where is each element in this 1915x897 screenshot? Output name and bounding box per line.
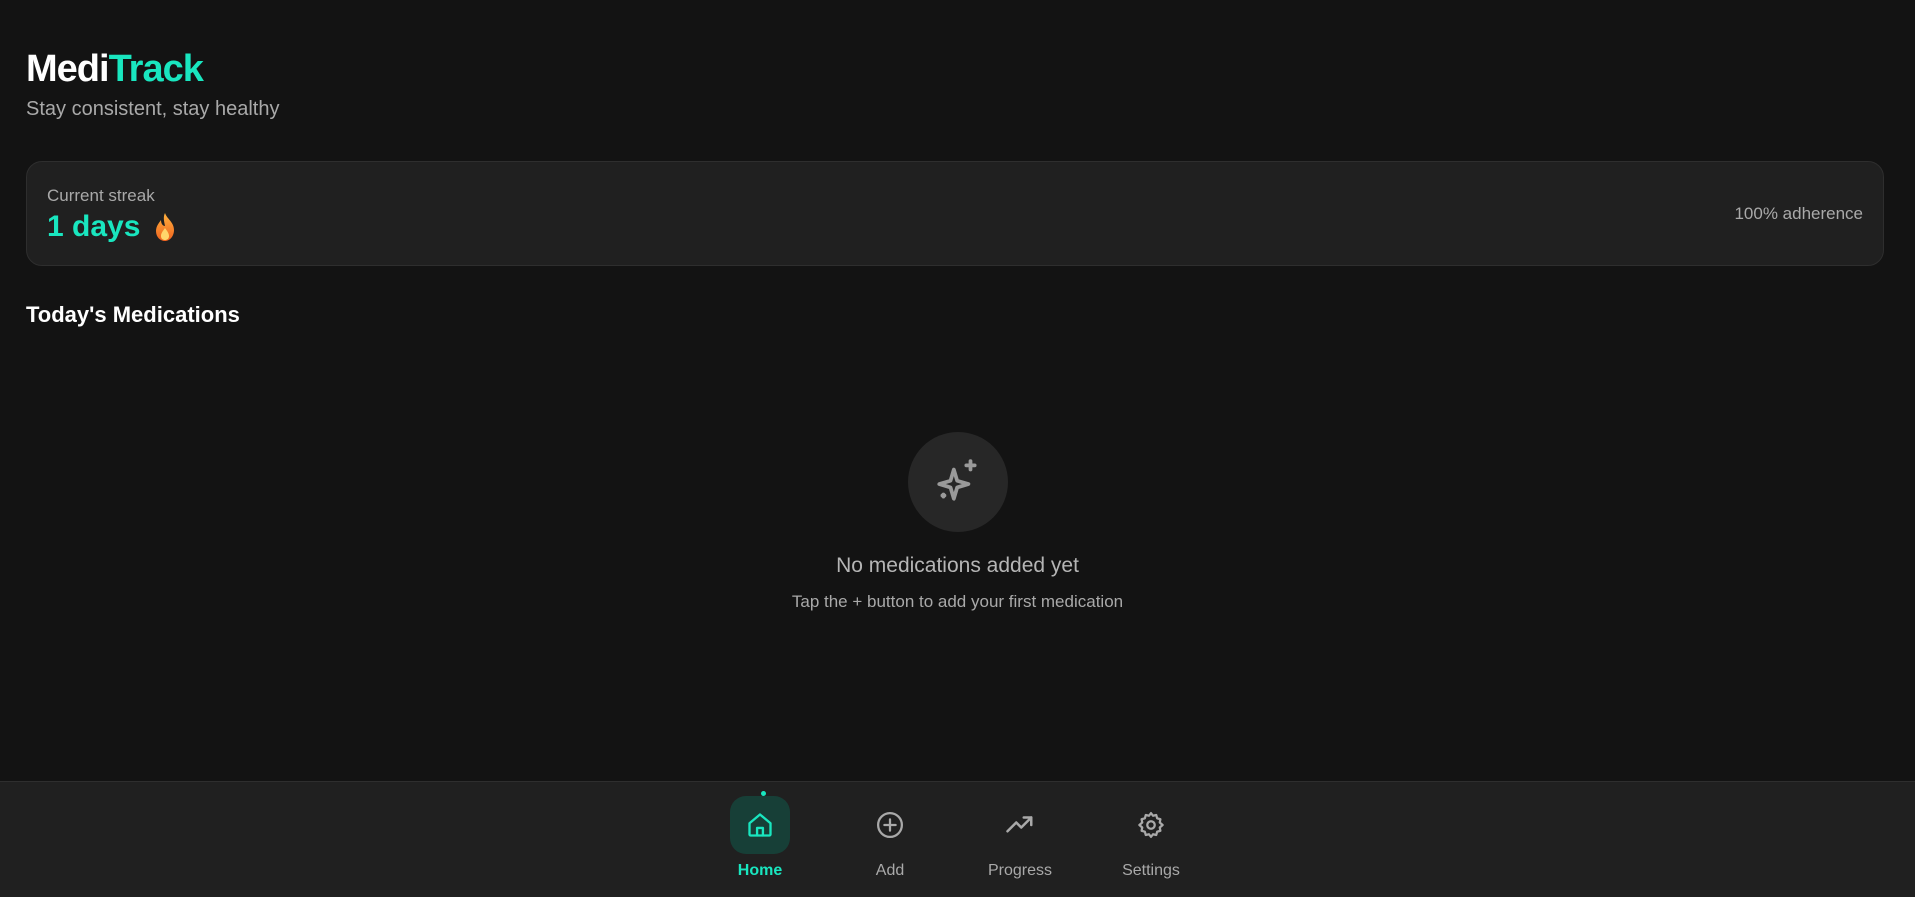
plus-circle-icon: [877, 812, 903, 838]
nav-icon-container: [860, 796, 920, 854]
bottom-nav: Home Add Progress Settings: [0, 781, 1915, 897]
streak-value: 1 days: [47, 210, 141, 243]
nav-label: Progress: [987, 862, 1053, 879]
nav-label: Add: [875, 862, 905, 879]
streak-label: Current streak: [47, 186, 155, 205]
empty-state: No medications added yet Tap the + butto…: [0, 432, 1915, 612]
nav-item-home[interactable]: Home: [705, 791, 815, 880]
nav-icon-container: [990, 796, 1050, 854]
streak-card: Current streak 1 days 100% adherence: [26, 161, 1884, 266]
nav-icon-container: [1121, 796, 1181, 854]
nav-item-progress[interactable]: Progress: [965, 796, 1075, 880]
tagline: Stay consistent, stay healthy: [26, 98, 280, 120]
home-icon: [748, 813, 772, 837]
nav-item-add[interactable]: Add: [835, 796, 945, 880]
section-title: Today's Medications: [26, 302, 240, 327]
flame-icon: [152, 212, 178, 242]
empty-state-title: No medications added yet: [836, 554, 1079, 577]
brand-logo: MediTrack: [26, 44, 279, 94]
nav-item-settings[interactable]: Settings: [1096, 796, 1206, 880]
brand-name-part-1: Medi: [26, 48, 110, 90]
adherence-value: 100% adherence: [1734, 204, 1863, 223]
nav-icon-container: [730, 791, 790, 854]
header: MediTrack Stay consistent, stay healthy: [26, 44, 279, 121]
app-root: MediTrack Stay consistent, stay healthy …: [0, 0, 1915, 897]
empty-state-subtitle: Tap the + button to add your first medic…: [791, 592, 1124, 611]
streak-value-row: 1 days: [47, 210, 178, 244]
sparkles-icon: [907, 432, 1008, 532]
trending-up-icon: [1006, 816, 1033, 833]
nav-label: Settings: [1122, 862, 1180, 879]
nav-label: Home: [737, 862, 783, 879]
brand-name-part-2: Track: [108, 48, 204, 90]
gear-icon: [1138, 812, 1164, 838]
